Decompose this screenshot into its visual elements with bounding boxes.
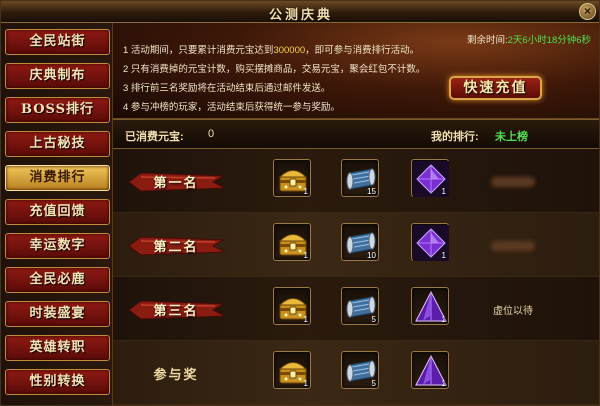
my-rank-label: 我的排行: [431,131,479,143]
reward-quantity: 1 [303,315,308,324]
rule-line-3: 3 排行前三名奖励将在活动结束后通过邮件发送。 [123,80,330,94]
hidden-player-name [491,241,535,251]
reward-slot[interactable]: 1 [411,287,449,325]
reward-slot[interactable]: 1 [411,351,449,389]
rule-line-1: 1 活动期间，只要累计消费元宝达到300000，即可参与消费排行活动。 [123,42,419,56]
status-bar: 已消费元宝: 0 我的排行: 未上榜 [113,119,599,149]
reward-quantity: 5 [371,315,376,324]
rules-banner: 1 活动期间，只要累计消费元宝达到300000，即可参与消费排行活动。 2 只有… [113,23,599,119]
rule-text: 4 参与冲榜的玩家，活动结束后获得统一参与奖励。 [123,102,340,113]
sidebar-item[interactable]: 时装盛宴 [5,301,110,327]
remaining-time-value: 2天6小时18分钟6秒 [507,35,592,46]
ranking-row: 第一名 1 15 1 [113,149,599,213]
rank-holder: 虚位以待 [493,306,533,317]
reward-quantity: 15 [367,187,376,196]
ranking-row: 第三名 1 5 1 虚位以待 [113,277,599,341]
ranking-table: 第一名 1 15 1 第二名 1 10 1 第三名 1 5 1 虚位以待 参与奖 1 5 1 [113,149,599,405]
rule-line-4: 4 参与冲榜的玩家，活动结束后获得统一参与奖励。 [123,99,340,113]
ranking-row: 第二名 1 10 1 [113,213,599,277]
reward-slot[interactable]: 10 [341,223,379,261]
reward-slot[interactable]: 15 [341,159,379,197]
reward-slot[interactable]: 1 [411,223,449,261]
rank-label: 第二名 [153,240,199,255]
my-rank-value: 未上榜 [495,131,528,143]
reward-quantity: 5 [371,379,376,388]
rank-label: 参与奖 [153,368,199,383]
sidebar: 全民站街庆典制布 BOSS排行 上古秘技消费排行充值回馈幸运数字全民必鹿时装盛宴英雄… [1,23,113,405]
reward-quantity: 1 [441,187,446,196]
sidebar-item[interactable]: 性别转换 [5,369,110,395]
ranking-row: 参与奖 1 5 1 [113,341,599,405]
reward-slot[interactable]: 5 [341,351,379,389]
rule-text: 1 活动期间，只要累计消费元宝达到 [123,45,274,56]
remaining-time: 剩余时间:2天6小时18分钟6秒 [467,32,591,46]
reward-quantity: 1 [441,315,446,324]
window-title: 公测庆典 [268,7,333,22]
event-window: 公测庆典 × 全民站街庆典制布 BOSS排行 上古秘技消费排行充值回馈幸运数字全民必… [0,0,600,406]
sidebar-item[interactable]: 充值回馈 [5,199,110,225]
reward-slot[interactable]: 1 [273,287,311,325]
reward-slot[interactable]: 5 [341,287,379,325]
reward-slot[interactable]: 1 [273,159,311,197]
title-bar: 公测庆典 × [1,1,599,23]
reward-slot[interactable]: 1 [273,351,311,389]
quick-recharge-button[interactable]: 快速充值 [449,76,542,100]
rank-label: 第三名 [153,304,199,319]
spent-value: 0 [208,128,215,140]
close-icon[interactable]: × [579,3,596,20]
spent-label: 已消费元宝: [125,131,184,143]
sidebar-item[interactable]: BOSS排行 [5,97,110,123]
rule-line-2: 2 只有消费掉的元宝计数，购买摆摊商品，交易元宝，聚会红包不计数。 [123,61,425,75]
reward-quantity: 1 [441,251,446,260]
reward-slot[interactable]: 1 [411,159,449,197]
sidebar-item[interactable]: 幸运数字 [5,233,110,259]
reward-quantity: 1 [303,187,308,196]
sidebar-item[interactable]: 消费排行 [5,165,110,191]
sidebar-item[interactable]: 全民站街 [5,29,110,55]
reward-slot[interactable]: 1 [273,223,311,261]
rank-label: 第一名 [153,176,199,191]
reward-quantity: 10 [367,251,376,260]
rule-text: 3 排行前三名奖励将在活动结束后通过邮件发送。 [123,83,331,94]
reward-quantity: 1 [303,251,308,260]
reward-quantity: 1 [303,379,308,388]
remaining-time-label: 剩余时间: [467,35,508,46]
sidebar-item[interactable]: 全民必鹿 [5,267,110,293]
reward-quantity: 1 [441,379,446,388]
rule-text: ，即可参与消费排行活动。 [305,45,420,56]
sidebar-item[interactable]: 英雄转职 [5,335,110,361]
rule-text: 2 只有消费掉的元宝计数，购买摆摊商品，交易元宝，聚会红包不计数。 [123,64,426,75]
sidebar-item[interactable]: 上古秘技 [5,131,110,157]
hidden-player-name [491,177,535,187]
sidebar-item[interactable]: 庆典制布 [5,63,110,89]
rule-highlight: 300000 [273,45,306,56]
